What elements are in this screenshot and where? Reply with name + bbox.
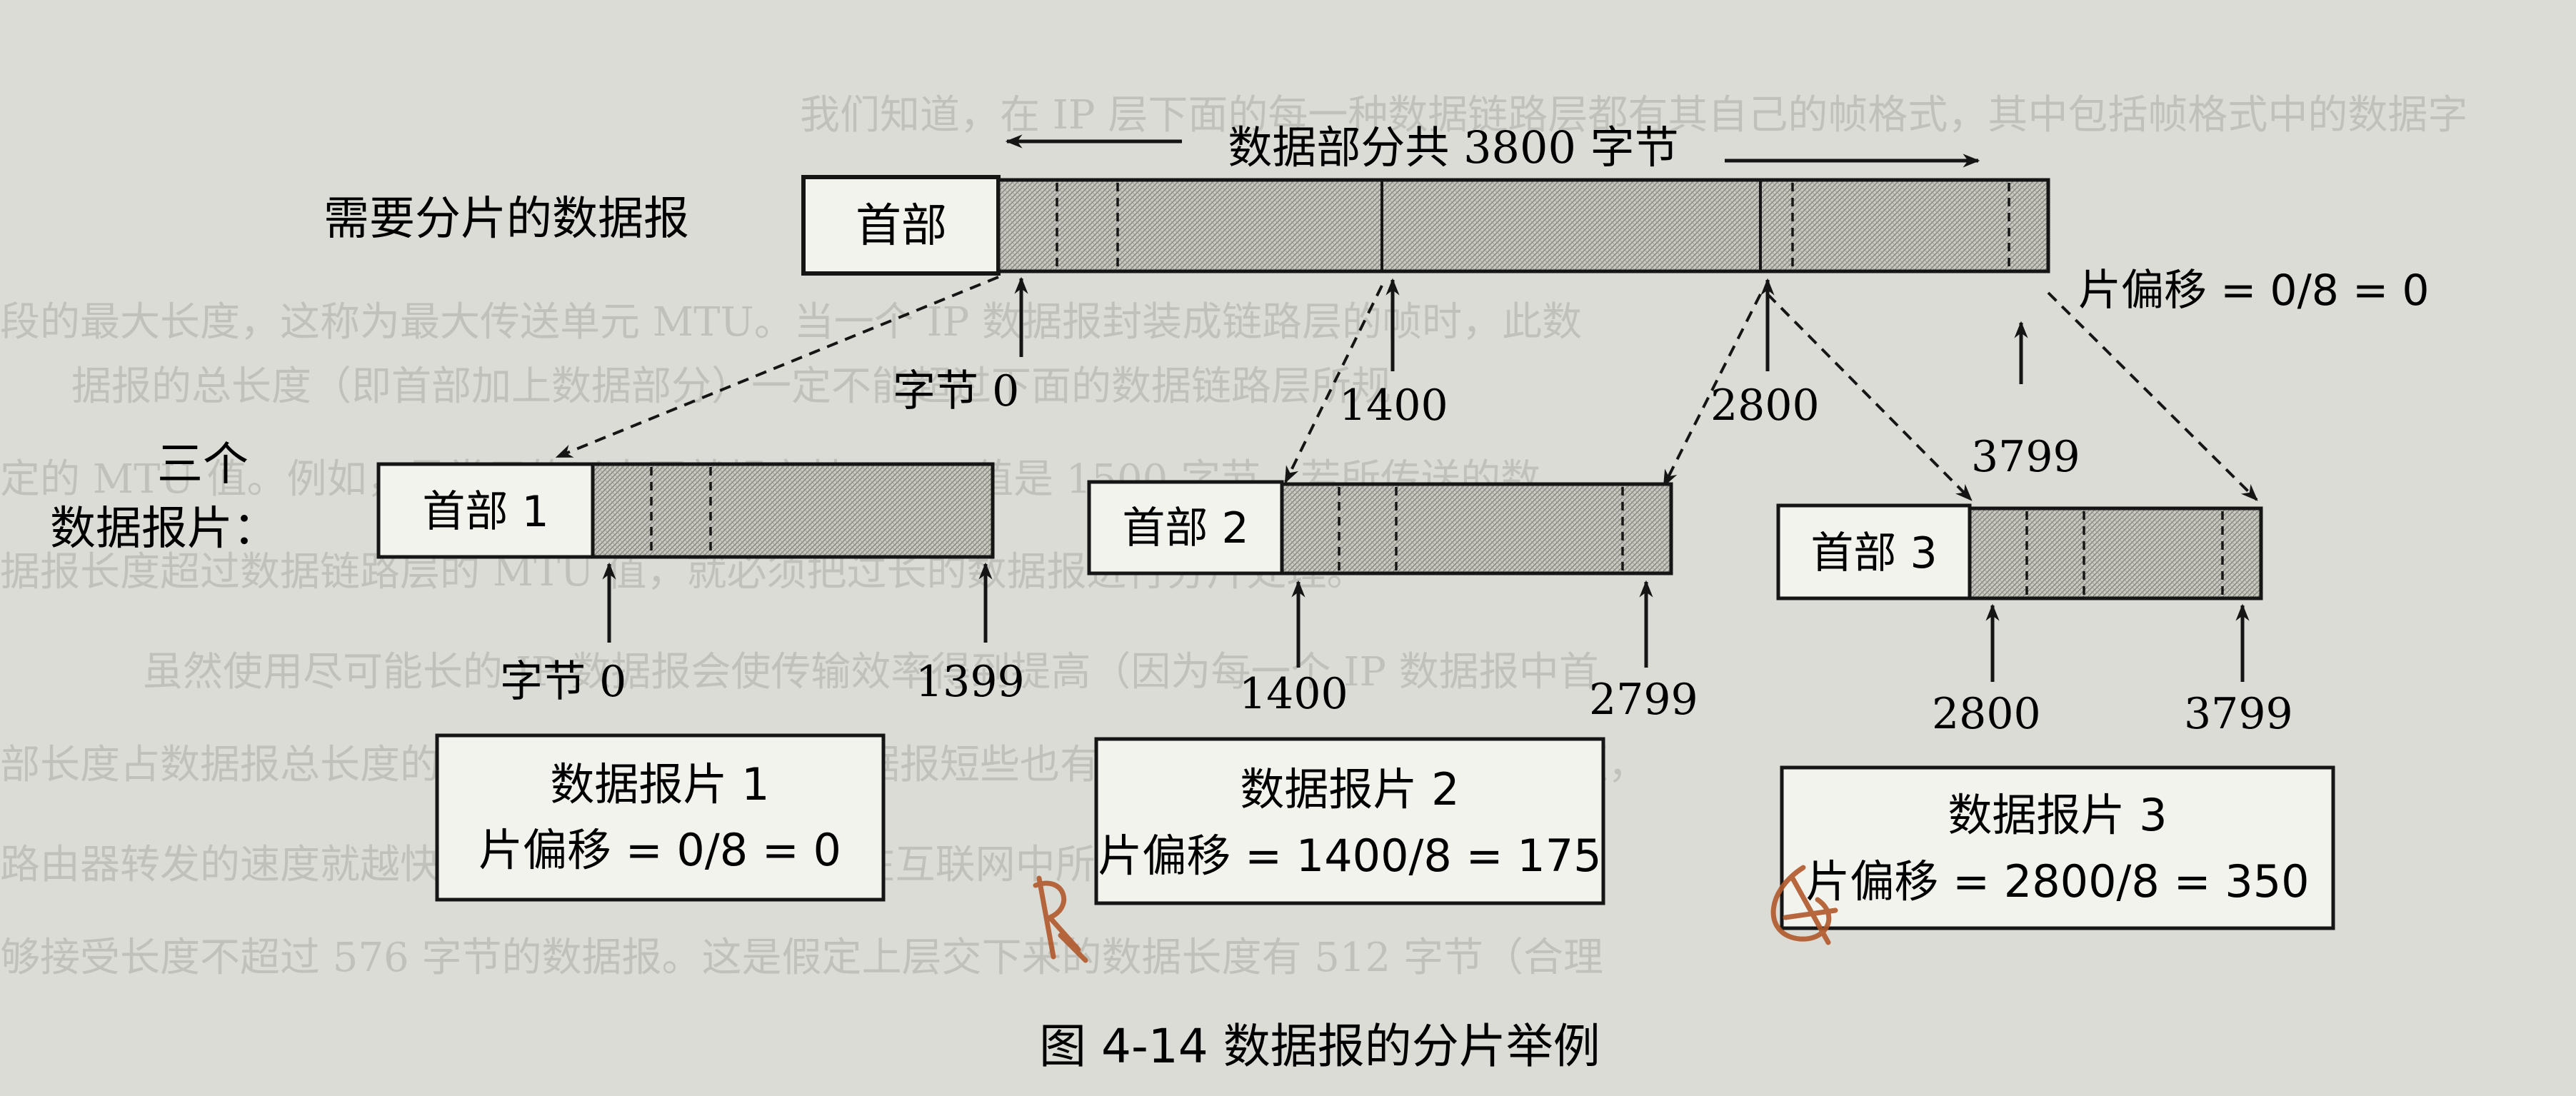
figure-stage: 我们知道，在 IP 层下面的每一种数据链路层都有其自己的帧格式，其中包括帧格式中… — [0, 0, 2576, 1096]
end-tick-label: 3799 — [2184, 689, 2293, 739]
fragment-header-label: 首部 2 — [1122, 503, 1248, 553]
original-offset-label: 片偏移 = 0/8 = 0 — [2078, 266, 2430, 316]
info-box-title: 数据报片 1 — [550, 758, 769, 810]
three-fragments-label-line2: 数据报片： — [50, 503, 279, 555]
fragmentation-diagram: 我们知道，在 IP 层下面的每一种数据链路层都有其自己的帧格式，其中包括帧格式中… — [0, 92, 2467, 1074]
start-tick-label: 1400 — [1239, 669, 1348, 719]
info-box-offset: 片偏移 = 1400/8 = 175 — [1098, 830, 1601, 882]
info-box-title: 数据报片 2 — [1240, 763, 1459, 815]
tick-label: 字节 0 — [893, 366, 1019, 416]
fragment-3: 首部 3 2800 3799 — [1776, 503, 2293, 739]
original-data-area — [996, 178, 2050, 273]
info-box-offset: 片偏移 = 0/8 = 0 — [478, 824, 841, 876]
background-line: 据报的总长度（即首部加上数据部分）一定不能超过下面的数据链路层所规 — [71, 363, 1391, 410]
original-datagram-label: 需要分片的数据报 — [324, 193, 689, 246]
start-tick-label: 字节 0 — [500, 657, 626, 707]
fragment-1-info-box: 数据报片 1 片偏移 = 0/8 = 0 — [435, 733, 886, 902]
figure-caption: 图 4-14 数据报的分片举例 — [1039, 1019, 1600, 1074]
fragment-data-area — [1280, 482, 1673, 575]
background-line: 够接受长度不超过 576 字节的数据报。这是假定上层交下来的数据长度有 512 … — [0, 935, 1603, 981]
tick-label: 3799 — [1971, 432, 2080, 482]
three-fragments-label-line1: 三个 — [157, 438, 249, 491]
fragment-header-label: 首部 1 — [422, 487, 548, 537]
info-box-title: 数据报片 3 — [1948, 789, 2167, 841]
end-tick-label: 2799 — [1589, 675, 1698, 725]
total-length-label: 数据部分共 3800 字节 — [1228, 121, 1678, 174]
background-line: 段的最大长度，这称为最大传送单元 MTU。当一个 IP 数据报封装成链路层的帧时… — [0, 299, 1582, 346]
fragment-2-info-box: 数据报片 2 片偏移 = 1400/8 = 175 — [1094, 737, 1605, 905]
fragment-data-area — [591, 462, 995, 559]
fragment-3-info-box: 数据报片 3 片偏移 = 2800/8 = 350 — [1780, 765, 2335, 930]
info-box-offset: 片偏移 = 2800/8 = 350 — [1805, 855, 2309, 908]
original-header-label: 首部 — [856, 200, 947, 253]
fragment-data-area — [1968, 506, 2263, 600]
tick-label: 1400 — [1339, 381, 1448, 431]
background-line: 虽然使用尽可能长的 IP 数据报会使传输效率得到提高（因为每一个 IP 数据报中… — [143, 649, 1599, 695]
end-tick-label: 1399 — [916, 657, 1025, 707]
fragment-header-label: 首部 3 — [1810, 528, 1937, 578]
start-tick-label: 2800 — [1932, 689, 2041, 739]
tick-label: 2800 — [1710, 381, 1820, 431]
original-datagram: 首部 片偏移 = 0/8 = 0 — [801, 175, 2430, 316]
